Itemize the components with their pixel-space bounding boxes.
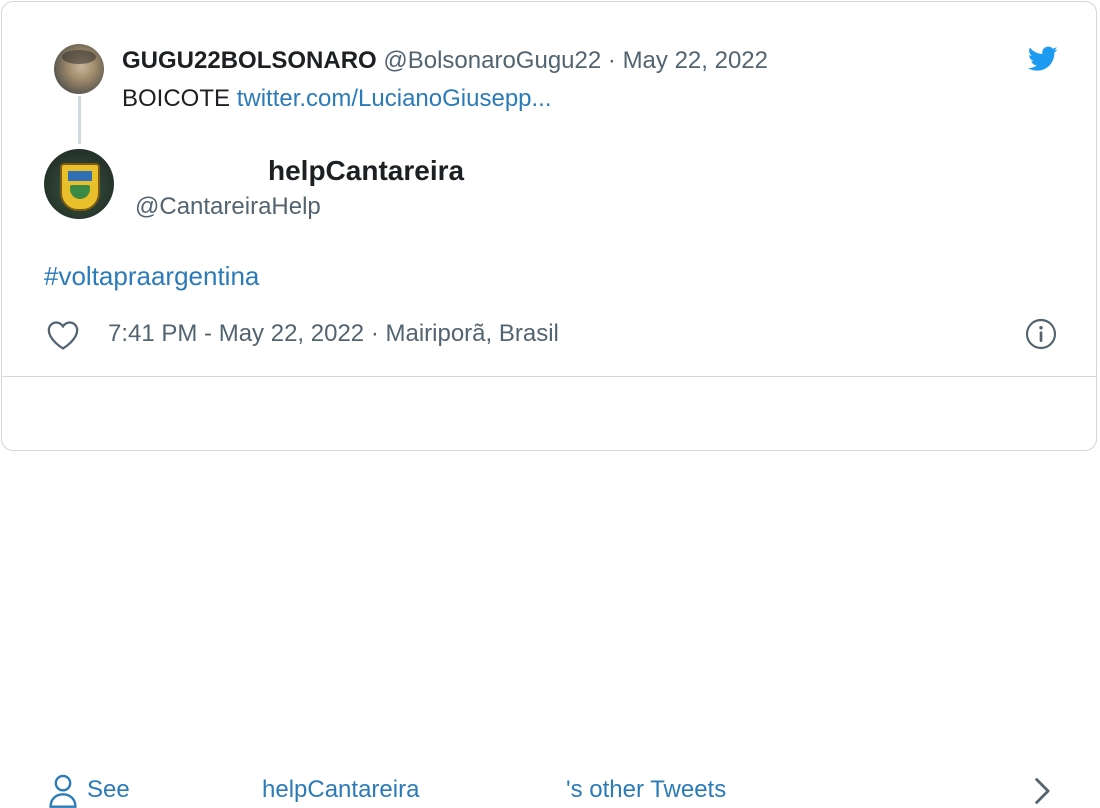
thread-connector-line <box>78 96 81 144</box>
quoted-text: BOICOTE <box>122 85 231 112</box>
info-icon[interactable] <box>1025 318 1057 350</box>
display-name[interactable]: helpCantareira <box>268 154 464 188</box>
meta-separator: · <box>370 320 379 347</box>
quoted-separator: · <box>607 47 616 74</box>
quoted-tweet-header: GUGU22BOLSONARO @BolsonaroGugu22 · May 2… <box>122 46 768 76</box>
user-avatar[interactable] <box>44 149 114 219</box>
tweet-location[interactable]: Mairiporã, Brasil <box>385 320 558 347</box>
footer-user-name: helpCantareira <box>262 776 420 803</box>
other-tweets-label: 's other Tweets <box>566 776 727 803</box>
hashtag-link[interactable]: #voltapraargentina <box>44 260 259 292</box>
see-other-tweets-link[interactable]: See helpCantareira 's other Tweets <box>2 377 1098 808</box>
tweet-timestamp[interactable]: 7:41 PM - May 22, 2022 <box>108 320 364 347</box>
crest-emblem <box>60 163 100 211</box>
tweet-embed-card: GUGU22BOLSONARO @BolsonaroGugu22 · May 2… <box>1 1 1098 808</box>
see-label: See <box>87 776 130 803</box>
tweet-metadata: 7:41 PM - May 22, 2022 · Mairiporã, Bras… <box>108 319 559 349</box>
quoted-tweet-text: BOICOTE twitter.com/LucianoGiusepp... <box>122 84 552 114</box>
quoted-display-name[interactable]: GUGU22BOLSONARO <box>122 47 377 74</box>
twitter-logo-icon[interactable] <box>1028 46 1058 72</box>
quoted-link[interactable]: twitter.com/LucianoGiusepp... <box>237 85 552 112</box>
heart-icon[interactable] <box>46 319 80 351</box>
chevron-right-icon <box>1035 778 1050 804</box>
quoted-handle[interactable]: @BolsonaroGugu22 <box>383 47 601 74</box>
user-handle[interactable]: @CantareiraHelp <box>135 192 321 222</box>
quoted-user-avatar[interactable] <box>54 44 104 94</box>
person-icon <box>49 774 77 808</box>
quoted-date[interactable]: May 22, 2022 <box>623 47 768 74</box>
